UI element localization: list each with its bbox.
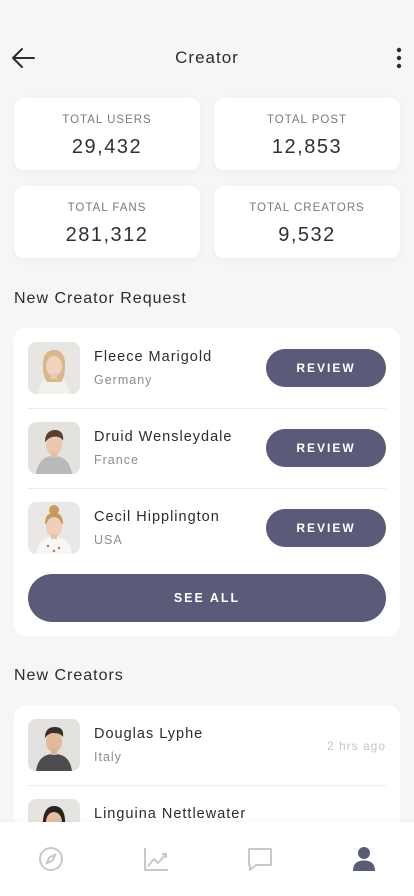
more-vertical-icon <box>396 47 402 69</box>
creator-country: France <box>94 453 139 467</box>
review-button[interactable]: REVIEW <box>266 429 386 467</box>
section-title-requests: New Creator Request <box>14 290 187 307</box>
creator-name: Fleece Marigold <box>94 349 213 365</box>
nav-item-analytics[interactable] <box>141 844 171 874</box>
app-screen: Creator TOTAL USERS 29,432 TOTAL POST 12… <box>0 0 414 896</box>
review-button[interactable]: REVIEW <box>266 509 386 547</box>
list-item[interactable]: Cecil Hipplington USA REVIEW <box>28 502 386 554</box>
stat-label: TOTAL CREATORS <box>249 202 365 214</box>
list-item[interactable]: Douglas Lyphe Italy 2 hrs ago <box>28 719 386 771</box>
creator-name: Linguina Nettlewater <box>94 806 247 822</box>
nav-item-explore[interactable] <box>36 844 66 874</box>
bottom-nav <box>0 822 414 896</box>
stat-card-total-creators: TOTAL CREATORS 9,532 <box>214 186 400 258</box>
stat-label: TOTAL USERS <box>62 114 152 126</box>
creator-name: Douglas Lyphe <box>94 726 204 742</box>
stat-value: 9,532 <box>278 224 336 246</box>
creator-name: Cecil Hipplington <box>94 509 220 525</box>
avatar <box>28 502 80 554</box>
list-item[interactable]: Druid Wensleydale France REVIEW <box>28 422 386 474</box>
creator-name: Druid Wensleydale <box>94 429 233 445</box>
header: Creator <box>0 38 414 78</box>
requests-panel: Fleece Marigold Germany REVIEW Druid Wen… <box>14 328 400 636</box>
joined-time: 2 hrs ago <box>326 739 386 753</box>
stat-value: 12,853 <box>271 136 343 158</box>
nav-item-messages[interactable] <box>245 844 275 874</box>
review-button[interactable]: REVIEW <box>266 349 386 387</box>
stat-value: 29,432 <box>71 136 143 158</box>
user-icon <box>353 847 375 871</box>
chat-icon <box>248 848 272 871</box>
avatar <box>28 422 80 474</box>
avatar <box>28 342 80 394</box>
divider <box>28 785 386 786</box>
creator-country: Germany <box>94 373 153 387</box>
divider <box>28 488 386 489</box>
stat-card-total-fans: TOTAL FANS 281,312 <box>14 186 200 258</box>
see-all-button[interactable]: SEE ALL <box>28 574 386 622</box>
creator-country: USA <box>94 533 123 547</box>
stat-card-total-post: TOTAL POST 12,853 <box>214 98 400 170</box>
list-item[interactable]: Fleece Marigold Germany REVIEW <box>28 342 386 394</box>
chart-icon <box>144 848 168 871</box>
stat-label: TOTAL FANS <box>67 202 147 214</box>
section-title-new-creators: New Creators <box>14 667 124 684</box>
stat-value: 281,312 <box>65 224 149 246</box>
compass-icon <box>39 847 63 871</box>
divider <box>28 408 386 409</box>
stat-label: TOTAL POST <box>266 114 348 126</box>
stat-card-total-users: TOTAL USERS 29,432 <box>14 98 200 170</box>
more-options-button[interactable] <box>392 46 406 70</box>
avatar <box>28 719 80 771</box>
creator-country: Italy <box>94 750 122 764</box>
page-title: Creator <box>175 48 239 67</box>
nav-item-profile[interactable] <box>349 844 379 874</box>
